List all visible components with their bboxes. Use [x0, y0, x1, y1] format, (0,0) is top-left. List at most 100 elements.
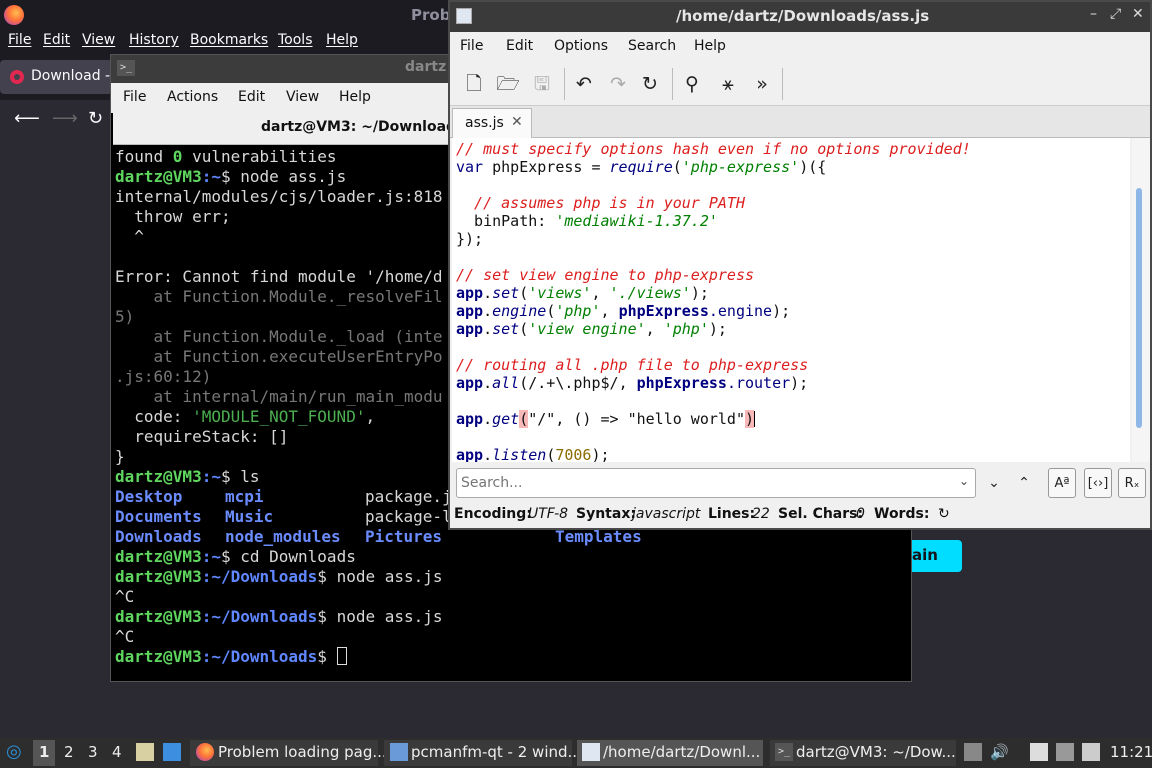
ff-menu-view[interactable]: View [82, 32, 115, 48]
whole-word-icon[interactable]: [‹›] [1084, 468, 1112, 498]
term-line: ^C [115, 587, 135, 606]
tray-upload-icon[interactable] [964, 743, 982, 761]
status-words-label: Words: [874, 506, 930, 522]
task-firefox-label: Problem loading pag... [218, 743, 387, 761]
editor-tab[interactable]: ass.js ✕ [452, 108, 532, 138]
term-line: requireStack: [] [115, 427, 289, 446]
replace-icon[interactable]: ⚹ [714, 70, 742, 98]
more-icon[interactable]: » [748, 70, 776, 98]
forward-icon[interactable]: ⟶ [52, 108, 78, 129]
ff-menu-tools[interactable]: Tools [278, 32, 313, 48]
term-line: } [115, 447, 125, 466]
term-line: internal/modules/cjs/loader.js:818 [115, 187, 443, 206]
reload-icon[interactable]: ↻ [88, 108, 103, 129]
scrollbar-thumb[interactable] [1136, 188, 1142, 428]
firefox-page-button[interactable]: ain [912, 540, 962, 572]
ed-menu-edit[interactable]: Edit [506, 38, 533, 54]
ls-entry: Pictures [365, 527, 443, 546]
ff-menu-help[interactable]: Help [326, 32, 358, 48]
term-line: at Function.Module._load (inte [115, 327, 443, 346]
code-editor[interactable]: // must specify options hash even if no … [452, 138, 1130, 462]
code-token: require [609, 158, 673, 176]
desktop-4[interactable]: 4 [112, 743, 122, 761]
chevron-down-icon[interactable]: ⌄ [959, 474, 969, 488]
regex-icon[interactable]: Rₓ [1118, 468, 1146, 498]
notes-icon[interactable] [1082, 743, 1100, 761]
find-icon[interactable]: ⚲ [678, 70, 706, 98]
desktop-3[interactable]: 3 [88, 743, 98, 761]
clipboard-icon[interactable] [1030, 743, 1048, 761]
term-cmd: $ node ass.js [317, 607, 443, 626]
task-editor-label: /home/dartz/Downl... [603, 743, 761, 761]
term-menu-view[interactable]: View [286, 89, 319, 105]
term-text: , [365, 407, 376, 426]
code-token: "hello world" [627, 410, 745, 428]
prompt-user: dartz@VM3 [115, 607, 202, 626]
firefox-tab[interactable]: Download - [0, 60, 112, 94]
show-desktop-icon[interactable] [163, 743, 181, 761]
editor-titlebar[interactable]: /home/dartz/Downloads/ass.js – ⤢ ✕ [450, 2, 1150, 32]
file-manager-launcher-icon[interactable] [136, 743, 154, 761]
editor-tab-label: ass.js [465, 115, 504, 131]
error-icon [10, 70, 24, 84]
term-line: throw err; [115, 207, 231, 226]
ed-menu-help[interactable]: Help [694, 38, 726, 54]
term-cmd: $ [317, 647, 337, 666]
desktop-1[interactable]: 1 [39, 743, 49, 761]
terminal-title: dartz [405, 59, 447, 75]
terminal-icon: >_ [775, 743, 793, 761]
text-caret [754, 411, 756, 427]
search-input[interactable] [461, 473, 951, 493]
match-case-icon[interactable]: Aª [1048, 468, 1076, 498]
code-token: )({ [799, 158, 827, 176]
minimize-icon[interactable]: – [1090, 6, 1097, 22]
term-text: vulnerabilities [182, 147, 337, 166]
ff-menu-file[interactable]: File [8, 32, 31, 48]
refresh-words-icon[interactable]: ↻ [938, 506, 950, 522]
back-icon[interactable]: ⟵ [14, 108, 40, 129]
volume-icon[interactable]: 🔊 [990, 743, 1009, 761]
code-token: app [456, 410, 484, 428]
prompt-path: :~/Downloads [201, 607, 318, 626]
start-menu-icon[interactable]: ◎ [6, 741, 22, 762]
close-tab-icon[interactable]: ✕ [511, 114, 523, 130]
term-menu-edit[interactable]: Edit [238, 89, 265, 105]
ed-menu-search[interactable]: Search [628, 38, 676, 54]
desktop-2[interactable]: 2 [64, 743, 74, 761]
code-line: }); [456, 230, 484, 248]
close-icon[interactable]: ✕ [1132, 6, 1144, 22]
status-lines-value: 22 [752, 506, 770, 522]
code-token: , () => [555, 410, 628, 428]
find-next-icon[interactable]: ⌄ [980, 468, 1008, 498]
new-file-icon[interactable]: 🗋 [460, 70, 488, 98]
open-folder-icon[interactable]: 🗁 [494, 70, 522, 98]
term-text: code: [115, 407, 193, 426]
ed-menu-file[interactable]: File [460, 38, 483, 54]
term-line: at internal/main/run_main_modu [115, 387, 443, 406]
network-icon[interactable] [1056, 743, 1074, 761]
editor-statusbar: Encoding: UTF-8 Syntax: javascript Lines… [454, 506, 1152, 528]
ls-entry: Desktop [115, 487, 183, 506]
status-syntax-value: javascript [632, 506, 701, 522]
redo-icon[interactable]: ↷ [604, 70, 632, 98]
ff-menu-edit[interactable]: Edit [43, 32, 70, 48]
reload-icon[interactable]: ↻ [636, 70, 664, 98]
term-menu-actions[interactable]: Actions [167, 89, 218, 105]
status-lines-label: Lines: [708, 506, 756, 522]
status-sel-label: Sel. Chars: [778, 506, 864, 522]
find-prev-icon[interactable]: ⌃ [1010, 468, 1038, 498]
undo-icon[interactable]: ↶ [570, 70, 598, 98]
term-line: 5) [115, 307, 135, 326]
prompt-user: dartz@VM3 [115, 567, 202, 586]
maximize-icon[interactable]: ⤢ [1110, 6, 1121, 22]
save-icon[interactable]: 🖫 [528, 70, 556, 98]
ed-menu-options[interactable]: Options [554, 38, 608, 54]
status-encoding-value: UTF-8 [528, 506, 569, 522]
term-menu-file[interactable]: File [123, 89, 146, 105]
code-token: binPath: [456, 212, 556, 230]
term-menu-help[interactable]: Help [339, 89, 371, 105]
ff-menu-bookmarks[interactable]: Bookmarks [190, 32, 268, 48]
ff-menu-history[interactable]: History [129, 32, 179, 48]
term-line: ^ [115, 227, 144, 246]
term-text: 0 [172, 147, 183, 166]
